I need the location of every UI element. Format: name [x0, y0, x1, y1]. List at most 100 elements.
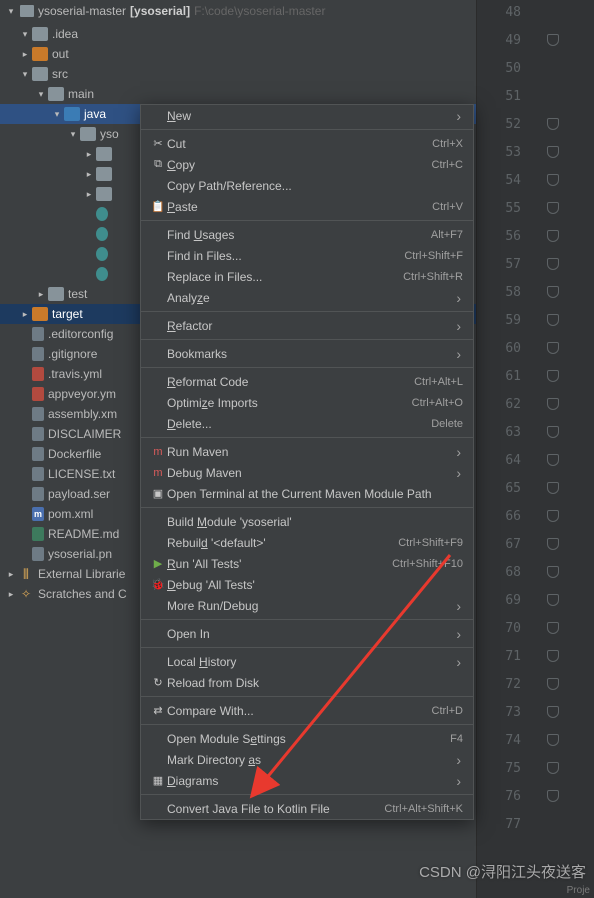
- menu-rebuild[interactable]: Rebuild '<default>'Ctrl+Shift+F9: [141, 532, 473, 553]
- fold-marker-icon[interactable]: [547, 594, 559, 606]
- tree-label: java: [84, 107, 106, 121]
- fold-marker-icon[interactable]: [547, 314, 559, 326]
- tree-label: payload.ser: [48, 487, 110, 501]
- tree-row[interactable]: src: [0, 64, 476, 84]
- menu-run-tests[interactable]: ▶Run 'All Tests'Ctrl+Shift+F10: [141, 553, 473, 574]
- menu-refactor[interactable]: Refactor: [141, 315, 473, 336]
- menu-paste[interactable]: 📋PasteCtrl+V: [141, 196, 473, 217]
- menu-compare[interactable]: ⇄Compare With...Ctrl+D: [141, 700, 473, 721]
- tree-label: test: [68, 287, 87, 301]
- menu-reformat[interactable]: Reformat CodeCtrl+Alt+L: [141, 371, 473, 392]
- menu-build-module[interactable]: Build Module 'ysoserial': [141, 511, 473, 532]
- tree-row[interactable]: out: [0, 44, 476, 64]
- fold-marker-icon[interactable]: [547, 706, 559, 718]
- menu-local-history[interactable]: Local History: [141, 651, 473, 672]
- fold-marker-icon[interactable]: [547, 118, 559, 130]
- fold-marker-icon[interactable]: [547, 202, 559, 214]
- menu-bookmarks[interactable]: Bookmarks: [141, 343, 473, 364]
- chevron-icon[interactable]: [84, 169, 94, 180]
- breadcrumb[interactable]: ysoserial-master [ysoserial] F:\code\yso…: [0, 0, 476, 22]
- fold-marker-icon[interactable]: [547, 650, 559, 662]
- fold-marker-icon[interactable]: [547, 258, 559, 270]
- tree-row[interactable]: .idea: [0, 24, 476, 44]
- menu-cut[interactable]: ✂CutCtrl+X: [141, 133, 473, 154]
- gutter-row: 58: [477, 282, 594, 302]
- menu-diagrams[interactable]: ▦Diagrams: [141, 770, 473, 791]
- reload-icon: ↻: [149, 676, 167, 689]
- menu-convert-kotlin[interactable]: Convert Java File to Kotlin FileCtrl+Alt…: [141, 798, 473, 819]
- fold-marker-icon[interactable]: [547, 538, 559, 550]
- fold-marker-icon[interactable]: [547, 678, 559, 690]
- chevron-icon[interactable]: [20, 49, 30, 60]
- fold-marker-icon[interactable]: [547, 762, 559, 774]
- chevron-icon[interactable]: [20, 29, 30, 40]
- gutter-row: 65: [477, 478, 594, 498]
- file-icon: [96, 247, 108, 261]
- line-number: 65: [491, 481, 521, 496]
- fold-marker-icon[interactable]: [547, 370, 559, 382]
- fold-marker-icon[interactable]: [547, 482, 559, 494]
- fold-marker-icon[interactable]: [547, 566, 559, 578]
- menu-find-usages[interactable]: Find UsagesAlt+F7: [141, 224, 473, 245]
- menu-copy-path[interactable]: Copy Path/Reference...: [141, 175, 473, 196]
- line-number: 70: [491, 621, 521, 636]
- fold-marker-icon[interactable]: [547, 790, 559, 802]
- context-menu: New ✂CutCtrl+X ⧉CopyCtrl+C Copy Path/Ref…: [140, 104, 474, 820]
- menu-debug-maven[interactable]: mDebug Maven: [141, 462, 473, 483]
- fold-marker-icon[interactable]: [547, 426, 559, 438]
- menu-find-in-files[interactable]: Find in Files...Ctrl+Shift+F: [141, 245, 473, 266]
- gutter-row: 60: [477, 338, 594, 358]
- library-icon: ⦀: [18, 567, 34, 581]
- chevron-icon[interactable]: [84, 189, 94, 200]
- menu-mark-directory[interactable]: Mark Directory as: [141, 749, 473, 770]
- chevron-icon[interactable]: [20, 309, 30, 320]
- gutter-row: 70: [477, 618, 594, 638]
- line-number: 73: [491, 705, 521, 720]
- chevron-icon[interactable]: [84, 149, 94, 160]
- file-icon: [96, 207, 108, 221]
- menu-reload[interactable]: ↻Reload from Disk: [141, 672, 473, 693]
- chevron-icon[interactable]: [20, 69, 30, 80]
- chevron-icon[interactable]: [36, 289, 46, 300]
- fold-marker-icon[interactable]: [547, 286, 559, 298]
- menu-run-maven[interactable]: mRun Maven: [141, 441, 473, 462]
- line-number: 59: [491, 313, 521, 328]
- line-number: 74: [491, 733, 521, 748]
- fold-marker-icon[interactable]: [547, 230, 559, 242]
- chevron-down-icon[interactable]: [6, 6, 16, 17]
- tree-label: target: [52, 307, 83, 321]
- menu-open-in[interactable]: Open In: [141, 623, 473, 644]
- file-icon: [32, 487, 44, 501]
- chevron-icon[interactable]: [36, 89, 46, 100]
- menu-new[interactable]: New: [141, 105, 473, 126]
- menu-replace-in-files[interactable]: Replace in Files...Ctrl+Shift+R: [141, 266, 473, 287]
- tree-label: .gitignore: [48, 347, 97, 361]
- line-number: 71: [491, 649, 521, 664]
- line-number: 68: [491, 565, 521, 580]
- scratch-icon: ✧: [18, 587, 34, 601]
- menu-delete[interactable]: Delete...Delete: [141, 413, 473, 434]
- menu-more-run[interactable]: More Run/Debug: [141, 595, 473, 616]
- fold-marker-icon[interactable]: [547, 342, 559, 354]
- line-number: 77: [491, 817, 521, 832]
- fold-marker-icon[interactable]: [547, 398, 559, 410]
- fold-marker-icon[interactable]: [547, 454, 559, 466]
- menu-analyze[interactable]: Analyze: [141, 287, 473, 308]
- fold-marker-icon[interactable]: [547, 622, 559, 634]
- tree-label: ysoserial.pn: [48, 547, 112, 561]
- menu-copy[interactable]: ⧉CopyCtrl+C: [141, 154, 473, 175]
- menu-debug-tests[interactable]: 🐞Debug 'All Tests': [141, 574, 473, 595]
- fold-marker-icon[interactable]: [547, 146, 559, 158]
- menu-optimize[interactable]: Optimize ImportsCtrl+Alt+O: [141, 392, 473, 413]
- fold-marker-icon[interactable]: [547, 510, 559, 522]
- fold-marker-icon[interactable]: [547, 34, 559, 46]
- folder-icon: [96, 167, 112, 181]
- menu-open-module-settings[interactable]: Open Module SettingsF4: [141, 728, 473, 749]
- line-number: 55: [491, 201, 521, 216]
- fold-marker-icon[interactable]: [547, 734, 559, 746]
- chevron-icon[interactable]: [68, 129, 78, 140]
- chevron-icon[interactable]: [52, 109, 62, 120]
- menu-open-terminal[interactable]: ▣Open Terminal at the Current Maven Modu…: [141, 483, 473, 504]
- tree-row[interactable]: main: [0, 84, 476, 104]
- fold-marker-icon[interactable]: [547, 174, 559, 186]
